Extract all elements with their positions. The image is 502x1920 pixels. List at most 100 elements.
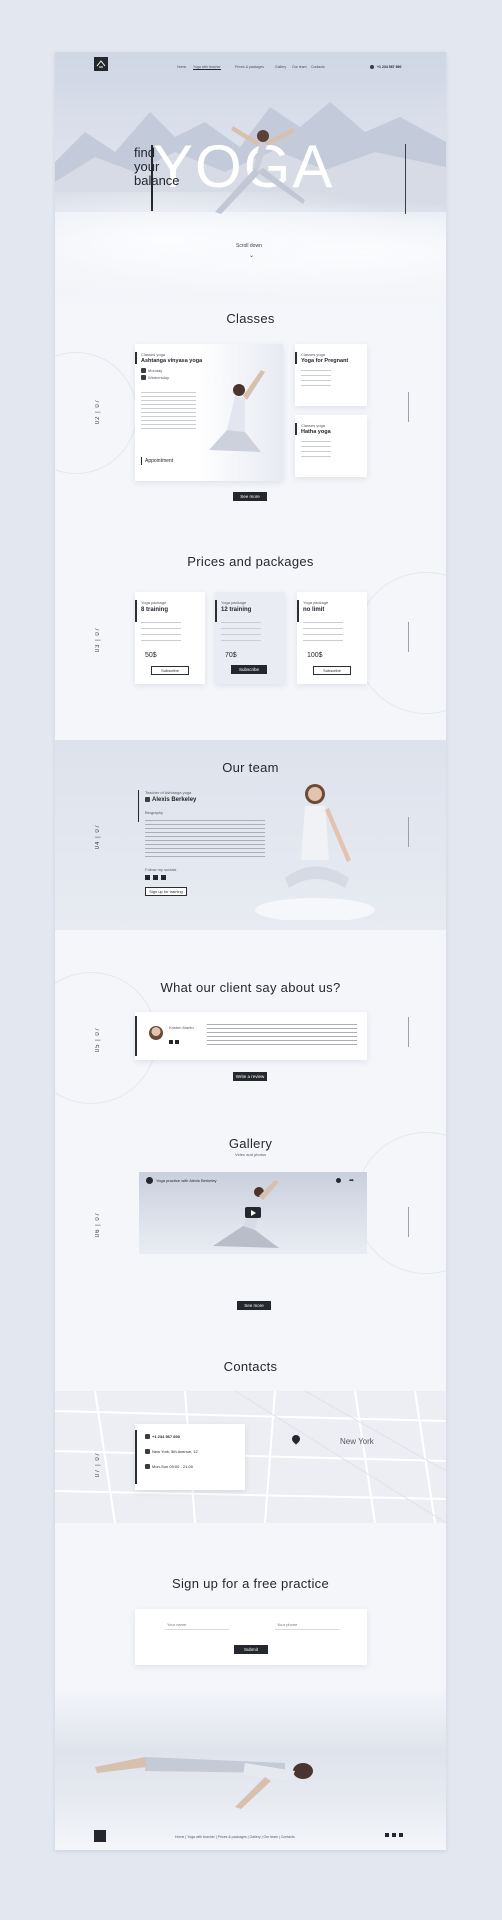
class-desc <box>141 392 196 430</box>
class-tag: Classes yoga <box>301 352 326 357</box>
twitter-icon[interactable] <box>161 875 166 880</box>
phone-input[interactable] <box>275 1619 339 1630</box>
classes-see-more-button[interactable]: See more <box>233 492 267 501</box>
nav-item-yoga[interactable]: Yoga with teacher <box>193 65 221 70</box>
price-card[interactable]: Yoga package 8 training 50$ Subscribe <box>135 592 205 684</box>
class-card-pregnant[interactable]: Classes yoga Yoga for Pregnant <box>295 344 367 406</box>
appointment-link[interactable]: Appointment <box>145 458 173 464</box>
gallery-section-number: 06 | 07 <box>95 1212 101 1238</box>
user-icon <box>141 375 146 381</box>
appointment-bar <box>141 457 142 465</box>
prices-title: Prices and packages <box>187 554 314 569</box>
team-section-number: 04 | 07 <box>95 824 101 850</box>
reviews-title: What our client say about us? <box>160 980 341 995</box>
featured-class-card[interactable]: Classes yoga Ashtanga vinyasa yoga Monda… <box>135 344 283 481</box>
card-accent <box>215 600 217 622</box>
contact-phone[interactable]: +1 234 567 890 <box>145 1434 180 1440</box>
nav-item-team[interactable]: Our team <box>292 65 307 69</box>
facebook-icon[interactable] <box>169 1040 173 1044</box>
nav-item-home[interactable]: Home <box>177 65 186 69</box>
class-yoga-figure <box>209 370 265 452</box>
facebook-icon[interactable] <box>153 875 158 880</box>
hero-yoga-figure <box>215 126 305 214</box>
package-details <box>303 622 343 646</box>
instagram-icon[interactable] <box>392 1833 396 1837</box>
write-review-button[interactable]: Write a review <box>233 1072 267 1081</box>
contacts-section-number: 07 | 07 <box>95 1452 101 1478</box>
footer-logo[interactable] <box>94 1830 106 1842</box>
scroll-arrow-icon[interactable]: ⌄ <box>249 252 254 259</box>
bio-label: Biography <box>145 810 164 815</box>
clock-icon <box>145 1464 150 1470</box>
gallery-title: Gallery <box>228 1136 273 1151</box>
subscribe-button[interactable]: Subscribe <box>313 666 351 675</box>
logo[interactable] <box>94 57 108 71</box>
calendar-icon <box>141 368 146 374</box>
name-input[interactable] <box>165 1619 229 1630</box>
hero-right-line <box>405 144 406 214</box>
review-card: Kristen Martin <box>135 1012 367 1060</box>
map[interactable]: New York <box>55 1391 446 1523</box>
contact-hours: Mon-Sun 09:00 - 21:00 <box>145 1464 193 1470</box>
card-accent <box>135 352 137 364</box>
card-accent <box>135 1430 137 1484</box>
review-text <box>207 1024 357 1046</box>
team-side-line <box>408 817 409 847</box>
mandala-ornament <box>355 1132 446 1274</box>
phone-icon <box>370 65 374 69</box>
nav-item-gallery[interactable]: Gallery <box>275 65 286 69</box>
card-accent <box>295 423 297 435</box>
card-accent <box>297 600 299 622</box>
card-accent <box>295 352 297 364</box>
subscribe-button[interactable]: Subscribe <box>231 665 267 674</box>
teacher-photo <box>255 784 375 920</box>
twitter-icon[interactable] <box>175 1040 179 1044</box>
hero-find: find <box>134 145 155 160</box>
contact-address: New York, 5th Avenue, 12 <box>145 1449 198 1455</box>
twitter-icon[interactable] <box>399 1833 403 1837</box>
package-price: 70$ <box>225 652 237 659</box>
share-icon[interactable]: ➦ <box>349 1177 354 1184</box>
sign-up-training-button[interactable]: Sign up for training <box>145 887 187 896</box>
class-meta <box>301 441 331 461</box>
gallery-subtitle: Video and photos <box>235 1152 267 1157</box>
team-accent <box>138 790 139 822</box>
avatar <box>149 1026 163 1040</box>
classes-section-number: 02 | 07 <box>95 399 101 425</box>
gallery-see-more-button[interactable]: See more <box>237 1301 271 1310</box>
mandala-ornament <box>355 572 446 714</box>
class-tag: Classes yoga <box>301 423 326 428</box>
package-tag: Yoga package <box>221 600 247 605</box>
package-price: 50$ <box>145 652 157 659</box>
classes-side-line <box>408 392 409 422</box>
submit-button[interactable]: Submit <box>234 1645 268 1654</box>
signup-title: Sign up for a free practice <box>172 1576 329 1591</box>
class-card-hatha[interactable]: Classes yoga Hatha yoga <box>295 415 367 477</box>
socials-label: Follow my socials <box>145 867 177 872</box>
price-card[interactable]: Yoga package 12 training 70$ Subscribe <box>215 592 285 684</box>
nav-item-prices[interactable]: Prices & packages <box>235 65 264 69</box>
landing-page: Home Yoga with teacher Prices & packages… <box>55 52 446 1850</box>
class-name: Ashtanga vinyasa yoga <box>141 358 203 364</box>
video-player[interactable]: Yoga practice with Alexis Berkeley ➦ <box>139 1172 367 1254</box>
user-icon <box>145 797 150 802</box>
scroll-down-label[interactable]: Scroll down <box>236 243 262 249</box>
package-price: 100$ <box>307 652 323 659</box>
team-section: Our team Teacher of Ashtanga yoga Alexis… <box>55 740 446 930</box>
footer-links[interactable]: Home | Yoga with teacher | Prices & pack… <box>175 1835 295 1839</box>
footer-clouds <box>55 1687 446 1850</box>
signup-form: Submit <box>135 1609 367 1665</box>
team-title: Our team <box>222 760 279 775</box>
price-card[interactable]: Yoga package no limit 100$ Subscribe <box>297 592 367 684</box>
map-city-label: New York <box>340 1437 374 1446</box>
header-phone[interactable]: +1 234 567 890 <box>377 65 401 69</box>
hero-section: Home Yoga with teacher Prices & packages… <box>55 52 446 314</box>
play-button[interactable] <box>245 1207 261 1218</box>
class-schedule: Monday <box>141 368 162 374</box>
subscribe-button[interactable]: Subscribe <box>151 666 189 675</box>
clock-icon[interactable] <box>336 1178 341 1183</box>
prices-section-number: 03 | 07 <box>95 627 101 653</box>
instagram-icon[interactable] <box>145 875 150 880</box>
nav-item-contacts[interactable]: Contacts <box>311 65 325 69</box>
facebook-icon[interactable] <box>385 1833 389 1837</box>
